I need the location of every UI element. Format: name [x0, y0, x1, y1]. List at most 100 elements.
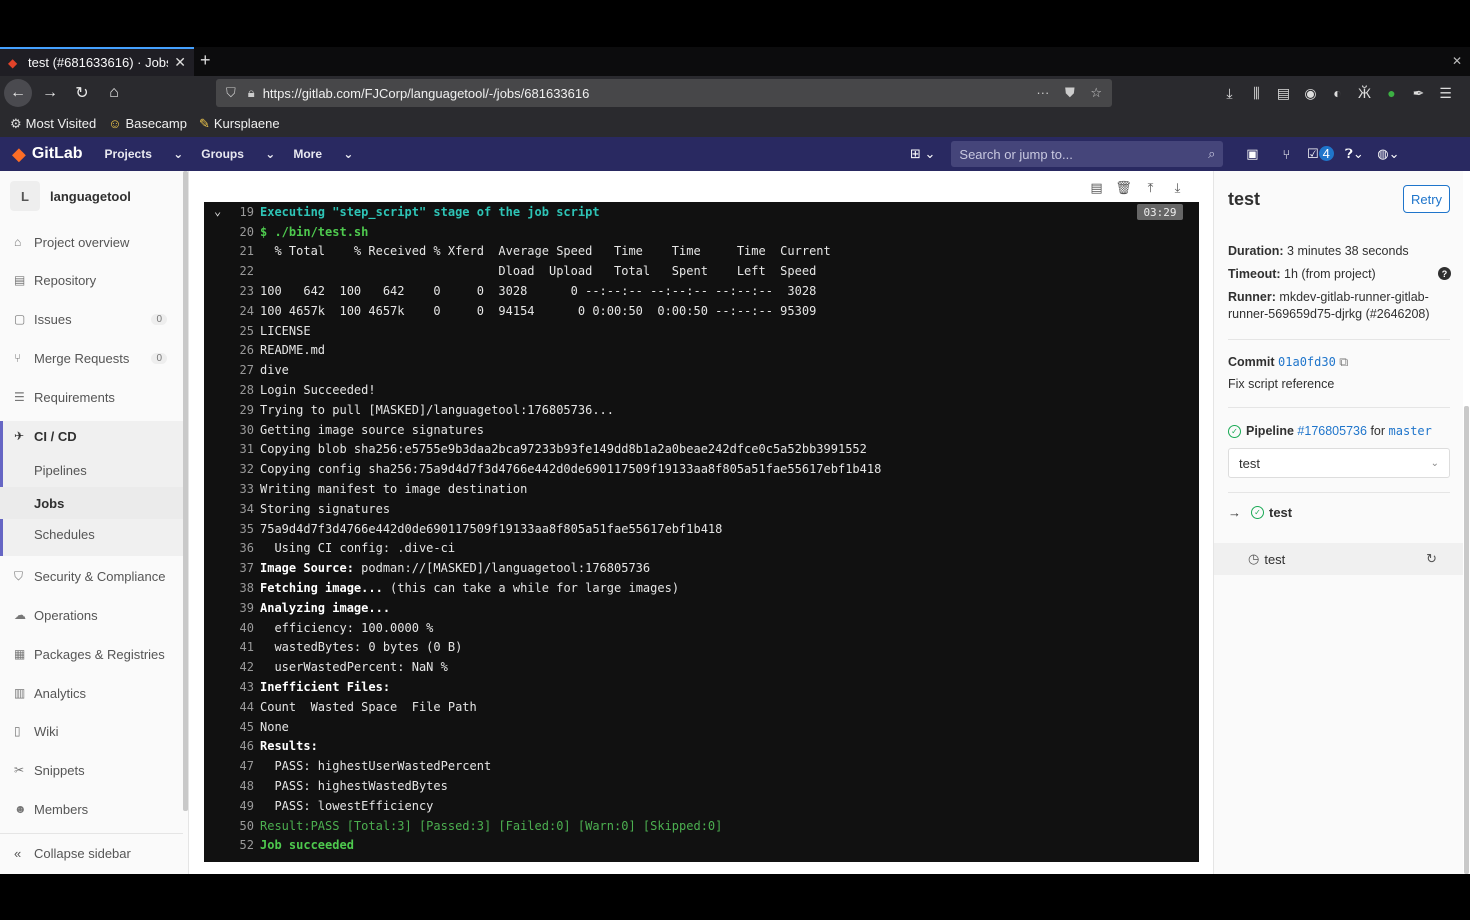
log-line-number[interactable]: 49 [204, 799, 260, 813]
commit-sha-link[interactable]: 01a0fd30 [1278, 355, 1336, 369]
menu-icon[interactable]: ☰ [1432, 85, 1459, 102]
bookmark-most-visited[interactable]: ⚙ Most Visited [10, 116, 96, 132]
log-line-number[interactable]: 25 [204, 324, 260, 338]
log-line-number[interactable]: 31 [204, 442, 260, 456]
new-tab-icon[interactable]: + [200, 50, 211, 71]
scroll-bottom-icon[interactable]: ⤓ [1164, 180, 1191, 196]
user-avatar[interactable]: ◍⌄ [1371, 146, 1405, 162]
merge-requests-header-icon[interactable]: ⑂ [1269, 147, 1303, 162]
todos-header-icon[interactable]: ☑ 4 [1303, 146, 1337, 162]
log-line-number[interactable]: 50 [204, 819, 260, 833]
pipeline-link[interactable]: #176805736 [1297, 423, 1367, 440]
scroll-top-icon[interactable]: ⤒ [1137, 180, 1164, 196]
window-close-icon[interactable]: ✕ [1452, 54, 1462, 68]
log-line-number[interactable]: 26 [204, 343, 260, 357]
log-line-number[interactable]: 32 [204, 462, 260, 476]
sidebar-item-analytics[interactable]: ▥ Analytics [0, 677, 183, 709]
download-icon[interactable]: ⤓ [1216, 85, 1243, 102]
log-line-number[interactable]: 40 [204, 621, 260, 635]
pocket-icon[interactable]: ⛊ [1065, 85, 1075, 100]
sidebar-item-security[interactable]: ⛉ Security & Compliance [0, 560, 183, 592]
sidebar-item-overview[interactable]: ⌂ Project overview [0, 226, 183, 258]
search-input[interactable]: Search or jump to... ⌕ [951, 141, 1224, 167]
browser-tab[interactable]: ◆ test (#681633616) · Jobs ✕ [0, 47, 194, 76]
help-question-icon[interactable]: ? [1438, 267, 1451, 280]
log-line-number[interactable]: 33 [204, 482, 260, 496]
help-icon[interactable]: ❓︎⌄ [1337, 146, 1371, 162]
bookmark-kursplaene[interactable]: ✎ Kursplaene [199, 116, 280, 132]
log-line-number[interactable]: 27 [204, 363, 260, 377]
translate-icon[interactable]: Ӂ [1351, 85, 1378, 101]
log-line-number[interactable]: 41 [204, 640, 260, 654]
erase-log-icon[interactable]: 🗑︎ [1110, 180, 1137, 196]
copy-icon[interactable]: ⧉ [1339, 355, 1348, 369]
sidebar-item-wiki[interactable]: ▯ Wiki [0, 715, 183, 747]
sidebar-item-operations[interactable]: ☁ Operations [0, 599, 183, 631]
log-line-number[interactable]: 45 [204, 720, 260, 734]
reload-icon[interactable]: ↻ [68, 79, 96, 107]
log-line-number[interactable]: 52 [204, 838, 260, 852]
issues-header-icon[interactable]: ▣ [1235, 146, 1269, 162]
sidebar-item-repository[interactable]: ▤ Repository [0, 264, 183, 296]
log-line-number[interactable]: 47 [204, 759, 260, 773]
sidebar-item-members[interactable]: ☻ Members [0, 793, 183, 825]
log-line-number[interactable]: 43 [204, 680, 260, 694]
raw-log-icon[interactable]: ▤ [1083, 180, 1110, 196]
new-item-plus-icon[interactable]: ⊞ ⌄ [910, 146, 935, 162]
bookmark-basecamp[interactable]: ☺ Basecamp [108, 116, 187, 131]
log-line-number[interactable]: 24 [204, 304, 260, 318]
log-line-number[interactable]: 20 [204, 225, 260, 239]
sidebar-item-cicd[interactable]: ✈ CI / CD [0, 420, 183, 452]
branch-link[interactable]: master [1389, 423, 1432, 440]
job-list-item[interactable]: ◷ test ↻ [1214, 543, 1463, 575]
more-actions-icon[interactable]: ··· [1036, 85, 1049, 100]
log-line-number[interactable]: 29 [204, 403, 260, 417]
url-bar[interactable]: ⛉ 🔒︎ https://gitlab.com/FJCorp/languaget… [216, 79, 1112, 107]
log-line-number[interactable]: 37 [204, 561, 260, 575]
menu-groups[interactable]: Groups ⌄ [201, 147, 275, 161]
log-line-number[interactable]: 19 [204, 205, 260, 219]
extension-icon[interactable]: ◐ [1324, 85, 1351, 101]
sidebar-item-issues[interactable]: ▢ Issues 0 [0, 303, 183, 335]
menu-projects[interactable]: Projects ⌄ [105, 147, 184, 161]
tab-close-icon[interactable]: ✕ [174, 54, 186, 71]
gitlab-logo[interactable]: ◆ GitLab [12, 144, 83, 165]
extension-green-icon[interactable]: ● [1378, 85, 1405, 101]
home-icon[interactable]: ⌂ [100, 79, 128, 107]
lock-icon[interactable]: 🔒︎ [248, 85, 255, 101]
log-line-number[interactable]: 36 [204, 541, 260, 555]
log-line-number[interactable]: 48 [204, 779, 260, 793]
collapse-sidebar-button[interactable]: «Collapse sidebar [0, 833, 183, 873]
stage-dropdown[interactable]: test ⌄ [1228, 448, 1450, 478]
sidebar-subitem-schedules[interactable]: Schedules [0, 518, 183, 550]
sidebar-scrollbar[interactable] [183, 171, 188, 811]
sidebar-toggle-icon[interactable]: ▤ [1270, 85, 1297, 102]
sidebar-item-requirements[interactable]: ☰ Requirements [0, 381, 183, 413]
panel-scrollbar[interactable] [1464, 406, 1469, 874]
log-line-number[interactable]: 34 [204, 502, 260, 516]
log-line-number[interactable]: 28 [204, 383, 260, 397]
sidebar-subitem-jobs[interactable]: Jobs [0, 487, 183, 519]
retry-button[interactable]: Retry [1403, 185, 1450, 213]
library-icon[interactable]: ⫼ [1243, 85, 1270, 102]
menu-more[interactable]: More ⌄ [293, 147, 353, 161]
retry-icon[interactable]: ↻ [1426, 551, 1437, 567]
sidebar-subitem-pipelines[interactable]: Pipelines [0, 454, 183, 486]
url-text[interactable]: https://gitlab.com/FJCorp/languagetool/-… [263, 86, 1025, 101]
log-line-number[interactable]: 46 [204, 739, 260, 753]
log-line-number[interactable]: 44 [204, 700, 260, 714]
sidebar-item-snippets[interactable]: ✂ Snippets [0, 754, 183, 786]
sidebar-item-merge-requests[interactable]: ⑂ Merge Requests 0 [0, 342, 183, 374]
log-line-number[interactable]: 22 [204, 264, 260, 278]
bookmark-star-icon[interactable]: ☆ [1090, 85, 1102, 100]
shield-icon[interactable]: ⛉ [226, 85, 236, 101]
job-log[interactable]: ⌄ 03:29 19 Executing "step_script" stage … [204, 202, 1199, 862]
sidebar-item-packages[interactable]: ▦ Packages & Registries [0, 638, 183, 670]
log-line-number[interactable]: 38 [204, 581, 260, 595]
log-line-number[interactable]: 23 [204, 284, 260, 298]
forward-icon[interactable]: → [36, 79, 64, 107]
log-line-number[interactable]: 21 [204, 244, 260, 258]
account-icon[interactable]: ◉ [1297, 85, 1324, 102]
sidebar-project[interactable]: L languagetool [10, 181, 131, 211]
back-icon[interactable]: ← [4, 79, 32, 107]
